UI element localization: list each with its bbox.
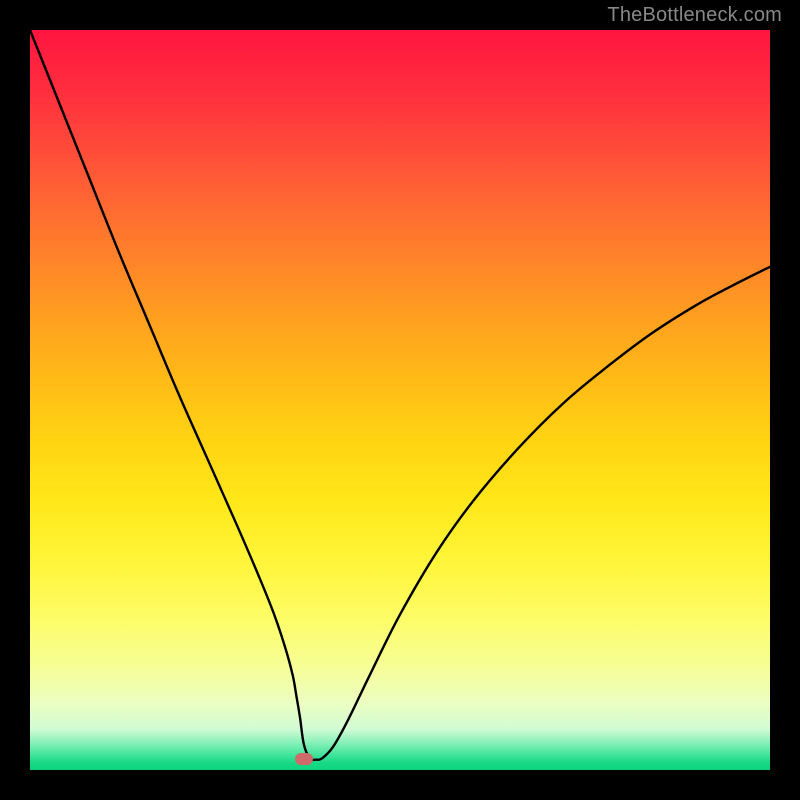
watermark-text: TheBottleneck.com (607, 4, 782, 27)
curve-path (30, 30, 770, 760)
curve-svg (30, 30, 770, 770)
plot-frame (30, 30, 770, 770)
min-marker (295, 753, 313, 765)
